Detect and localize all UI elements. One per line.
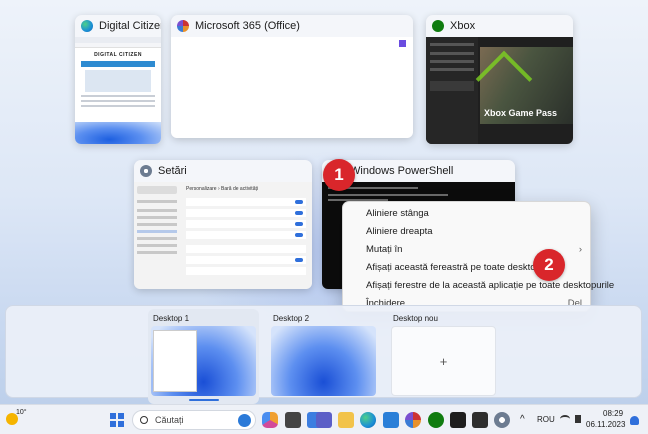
office-icon — [177, 20, 189, 32]
chevron-up-icon[interactable]: ^ — [520, 414, 525, 425]
article-image — [85, 70, 151, 92]
window-preview — [171, 37, 413, 138]
volume-icon[interactable] — [575, 415, 581, 423]
notification-bell-icon[interactable] — [630, 416, 639, 425]
windows-logo-icon — [110, 413, 124, 427]
chevron-right-icon: › — [578, 244, 582, 255]
copilot-icon[interactable] — [262, 412, 278, 428]
file-explorer-icon[interactable] — [338, 412, 354, 428]
terminal-icon[interactable] — [450, 412, 466, 428]
settings-gear-icon — [140, 165, 152, 177]
taskbar: 10° Căutați ^ ROU 08:29 06.11.2023 — [0, 404, 648, 434]
text-line — [81, 95, 155, 97]
settings-list — [186, 198, 306, 285]
window-office[interactable]: Microsoft 365 (Office) — [171, 15, 413, 138]
search-box[interactable]: Căutați — [132, 410, 256, 430]
window-header: Microsoft 365 (Office) — [171, 15, 413, 37]
clock-time[interactable]: 08:29 — [603, 409, 623, 418]
new-desktop-thumbnail: + — [391, 326, 496, 396]
text-line — [81, 100, 155, 102]
menu-item-snap-right[interactable]: Aliniere dreapta — [343, 223, 590, 241]
start-button[interactable] — [110, 413, 124, 427]
window-preview: Xbox Game Pass — [426, 37, 573, 144]
window-preview: DIGITAL CITIZEN — [75, 37, 161, 144]
search-placeholder: Căutați — [155, 415, 184, 425]
menu-item-label: Mutați în — [366, 244, 403, 255]
xbox-icon[interactable] — [428, 412, 444, 428]
window-header: Setări — [134, 160, 312, 182]
desktop-label: Desktop nou — [393, 314, 438, 323]
site-logo: DIGITAL CITIZEN — [94, 52, 142, 58]
language-indicator[interactable]: ROU — [537, 415, 555, 424]
game-bar-icon[interactable] — [472, 412, 488, 428]
window-title: Digital Citizen - L... — [99, 20, 161, 32]
terminal-line — [328, 194, 448, 196]
desktop-2[interactable]: Desktop 2 — [271, 312, 376, 396]
weather-temp: 10° — [16, 409, 27, 416]
office-button — [399, 40, 406, 47]
callout-badge-1: 1 — [323, 159, 355, 191]
teams-icon[interactable] — [316, 412, 332, 428]
window-settings[interactable]: Setări Personalizare › Bară de activităț… — [134, 160, 312, 289]
plus-icon: + — [439, 353, 448, 369]
game-title: Xbox Game Pass — [484, 108, 558, 118]
menu-item-label: Aliniere stânga — [366, 208, 429, 219]
bing-icon — [238, 414, 251, 427]
window-preview: Personalizare › Bară de activități — [134, 182, 312, 289]
edge-icon[interactable] — [360, 412, 376, 428]
xbox-sidebar — [426, 37, 478, 144]
menu-item-snap-left[interactable]: Aliniere stânga — [343, 205, 590, 223]
window-title: Xbox — [450, 20, 476, 32]
wallpaper-strip — [75, 122, 161, 144]
search-icon — [140, 416, 148, 424]
window-digital-citizen[interactable]: Digital Citizen - L... DIGITAL CITIZEN — [75, 15, 161, 144]
window-header: Digital Citizen - L... — [75, 15, 161, 37]
new-desktop[interactable]: Desktop nou + — [391, 312, 496, 396]
desktop-1[interactable]: Desktop 1 — [148, 309, 259, 404]
text-line — [81, 105, 155, 107]
settings-nav — [134, 182, 180, 289]
gamepass-logo-shape — [475, 50, 533, 108]
xbox-icon — [432, 20, 444, 32]
callout-badge-2: 2 — [533, 249, 565, 281]
window-header: Xbox — [426, 15, 573, 37]
wifi-icon[interactable] — [560, 415, 570, 423]
desktop-thumbnail — [151, 326, 256, 396]
desktop-thumbnail — [271, 326, 376, 396]
edge-icon — [81, 20, 93, 32]
virtual-desktops-bar: Desktop 1 Desktop 2 Desktop nou + — [5, 305, 642, 404]
window-title: Microsoft 365 (Office) — [195, 20, 300, 32]
menu-item-label: Afișați ferestre de la această aplicație… — [366, 280, 615, 291]
settings-breadcrumb: Personalizare › Bară de activități — [186, 186, 258, 192]
desktop-label: Desktop 2 — [273, 314, 310, 323]
window-xbox[interactable]: Xbox Xbox Game Pass — [426, 15, 573, 144]
weather-widget[interactable]: 10° — [6, 409, 32, 430]
game-pass-art: Xbox Game Pass — [475, 47, 573, 124]
window-title: Windows PowerShell — [350, 165, 454, 177]
menu-item-label: Afișați această fereastră pe toate deskt… — [366, 262, 559, 273]
browser-addressbar — [75, 43, 161, 48]
settings-gear-icon[interactable] — [494, 412, 510, 428]
window-title: Setări — [158, 165, 187, 177]
task-view-icon[interactable] — [285, 412, 301, 428]
clock-date[interactable]: 06.11.2023 — [586, 420, 625, 429]
office-icon[interactable] — [405, 412, 421, 428]
store-icon[interactable] — [383, 412, 399, 428]
desktop-label: Desktop 1 — [153, 314, 190, 323]
mini-window-thumb — [153, 330, 197, 392]
active-desktop-indicator — [188, 399, 219, 401]
menu-item-label: Aliniere dreapta — [366, 226, 433, 237]
site-nav — [81, 61, 155, 67]
